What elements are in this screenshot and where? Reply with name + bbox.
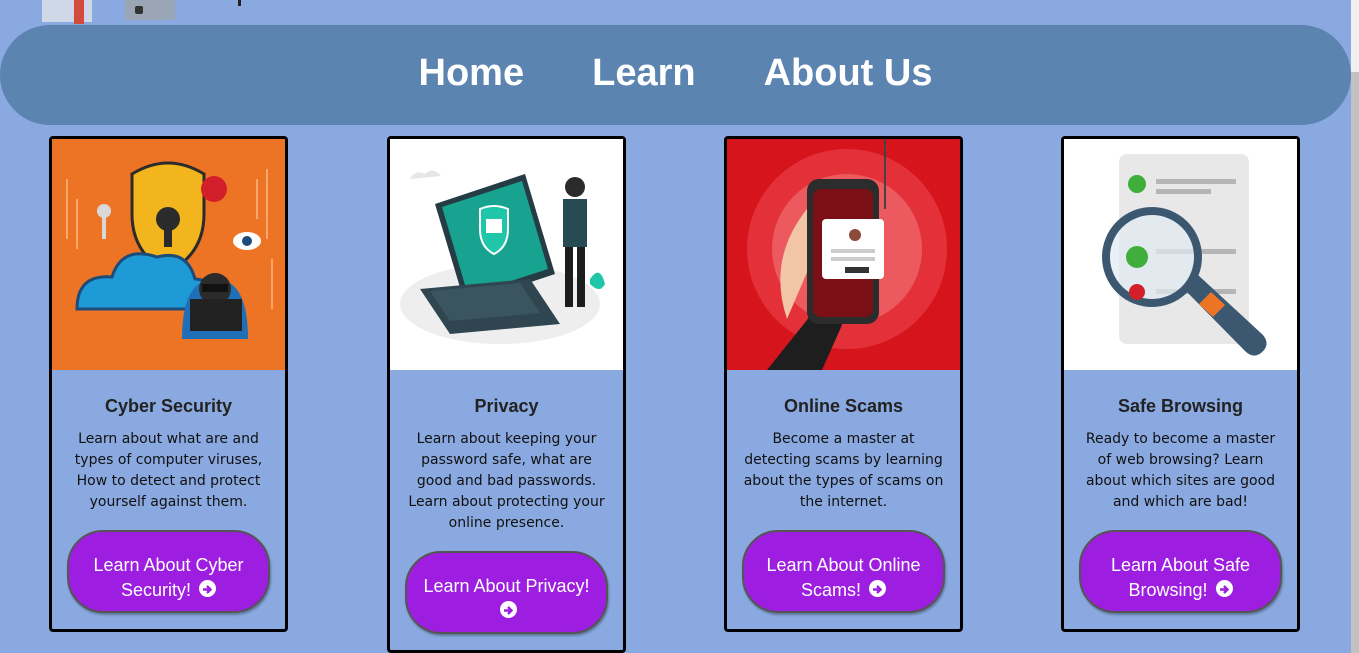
site-logo	[30, 0, 241, 26]
cyber-security-illustration	[52, 139, 285, 370]
card-cyber-security: Cyber Security Learn about what are and …	[49, 136, 288, 632]
learn-cyber-security-button[interactable]: Learn About Cyber Security!	[67, 530, 270, 613]
online-scams-illustration	[727, 139, 960, 370]
learn-online-scams-button[interactable]: Learn About Online Scams!	[742, 530, 945, 613]
card-description: Learn about what are and types of comput…	[74, 431, 263, 510]
card-title: Online Scams	[783, 396, 904, 416]
safe-browsing-illustration	[1064, 139, 1297, 370]
card-title: Privacy	[474, 396, 539, 416]
privacy-illustration	[390, 139, 623, 370]
learn-privacy-button[interactable]: Learn About Privacy!	[405, 551, 608, 634]
card-title: Safe Browsing	[1117, 396, 1244, 416]
nav-about-us[interactable]: About Us	[764, 52, 933, 95]
scrollbar-thumb[interactable]	[1351, 72, 1359, 653]
card-privacy: Privacy Learn about keeping your passwor…	[387, 136, 626, 653]
nav-home[interactable]: Home	[419, 52, 525, 95]
card-online-scams: Online Scams Become a master at detectin…	[724, 136, 963, 632]
learn-safe-browsing-button[interactable]: Learn About Safe Browsing!	[1079, 530, 1282, 613]
card-description: Learn about keeping your password safe, …	[408, 431, 605, 531]
card-description: Become a master at detecting scams by le…	[743, 431, 944, 510]
arrow-right-circle-icon	[199, 579, 217, 597]
page-scrollbar[interactable]	[1351, 0, 1359, 653]
nav-learn[interactable]: Learn	[592, 52, 695, 95]
card-description: Ready to become a master of web browsing…	[1085, 431, 1276, 510]
arrow-right-circle-icon	[869, 579, 887, 597]
arrow-right-circle-icon	[499, 600, 517, 618]
main-navbar: Home Learn About Us	[0, 25, 1351, 125]
card-title: Cyber Security	[104, 396, 233, 416]
card-safe-browsing: Safe Browsing Ready to become a master o…	[1061, 136, 1300, 632]
arrow-right-circle-icon	[1215, 579, 1233, 597]
